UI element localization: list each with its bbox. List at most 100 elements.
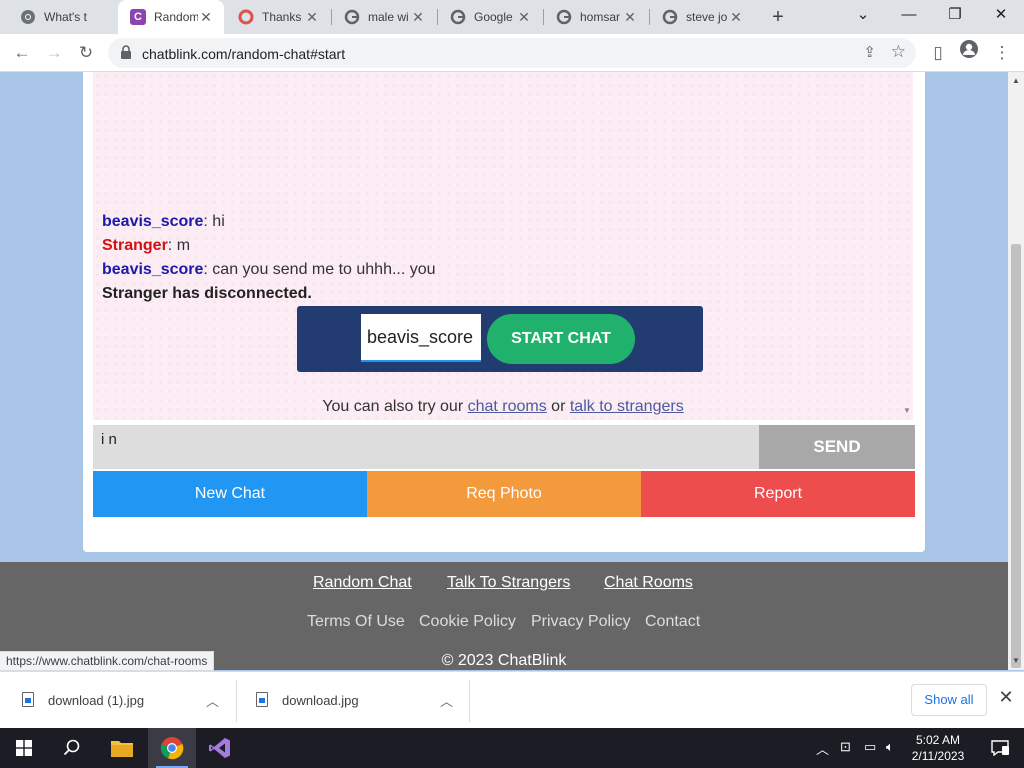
close-icon[interactable]: ✕ — [198, 9, 214, 26]
username-input[interactable] — [361, 314, 481, 362]
tab-3[interactable]: male wi ✕ — [332, 0, 436, 34]
close-icon[interactable]: ✕ — [410, 9, 426, 26]
google-icon — [662, 9, 678, 25]
chat-rooms-link[interactable]: chat rooms — [468, 398, 547, 415]
network-icon[interactable]: ▭ — [864, 739, 876, 755]
message-text: : hi — [203, 213, 225, 230]
site-icon — [238, 9, 254, 25]
footer-link-contact[interactable]: Contact — [645, 613, 700, 631]
new-chat-button[interactable]: New Chat — [93, 471, 367, 517]
volume-icon[interactable]: 🔈︎ — [886, 739, 894, 755]
notification-icon[interactable] — [976, 728, 1024, 768]
start-chat-button[interactable]: START CHAT — [487, 314, 635, 364]
tab-title: steve jo — [686, 10, 728, 24]
profile-avatar-icon[interactable] — [955, 39, 983, 67]
scroll-down-arrow-icon[interactable]: ▼ — [903, 406, 911, 415]
download-filename: download (1).jpg — [48, 693, 145, 708]
tab-5[interactable]: homsar ✕ — [544, 0, 648, 34]
report-button[interactable]: Report — [641, 471, 915, 517]
file-explorer-icon[interactable] — [98, 728, 146, 768]
tab-strip: What's t C Random ✕ Thanks ✕ male wi ✕ G… — [0, 0, 1024, 34]
search-icon[interactable] — [48, 728, 96, 768]
show-all-button[interactable]: Show all — [911, 684, 987, 716]
chat-message: Stranger: m — [102, 237, 190, 255]
footer-link-talk-to-strangers[interactable]: Talk To Strangers — [447, 574, 570, 592]
system-clock[interactable]: 5:02 AM 2/11/2023 — [904, 732, 972, 764]
network-status-icon[interactable]: ⊡ — [840, 739, 851, 755]
alternative-links-mid: or — [546, 398, 570, 415]
chat-card: beavis_score: hi Stranger: m beavis_scor… — [83, 72, 925, 552]
tab-0[interactable]: What's t — [8, 0, 116, 34]
chevron-up-icon[interactable]: ︿ — [816, 739, 829, 758]
new-tab-button[interactable]: + — [766, 5, 790, 29]
minimize-button[interactable]: — — [886, 0, 932, 34]
send-button[interactable]: SEND — [759, 425, 915, 469]
back-arrow-icon[interactable]: ← — [8, 39, 36, 67]
scrollbar-thumb[interactable] — [1011, 244, 1021, 668]
footer-link-random-chat[interactable]: Random Chat — [313, 574, 412, 592]
request-photo-button[interactable]: Req Photo — [367, 471, 641, 517]
alternative-links-prefix: You can also try our — [322, 398, 468, 415]
download-filename: download.jpg — [282, 693, 359, 708]
scroll-up-arrow-icon[interactable]: ▲ — [1012, 76, 1020, 85]
chrome-icon — [20, 9, 36, 25]
tab-6[interactable]: steve jo ✕ — [650, 0, 754, 34]
chat-message: beavis_score: hi — [102, 213, 225, 231]
close-icon[interactable]: ✕ — [622, 9, 638, 26]
chrome-taskbar-icon[interactable] — [148, 728, 196, 768]
close-icon[interactable]: ✕ — [728, 9, 744, 26]
tab-search-icon[interactable]: ⌄ — [840, 0, 886, 34]
chat-log: beavis_score: hi Stranger: m beavis_scor… — [93, 72, 913, 420]
forward-arrow-icon[interactable]: → — [40, 39, 68, 67]
tab-title: homsar — [580, 10, 621, 24]
message-sender: Stranger — [102, 237, 168, 254]
clock-date: 2/11/2023 — [911, 749, 965, 763]
footer-link-privacy-policy[interactable]: Privacy Policy — [531, 613, 631, 631]
windows-start-icon[interactable] — [0, 728, 48, 768]
close-icon[interactable]: ✕ — [996, 687, 1016, 711]
bookmark-star-icon[interactable]: ☆ — [891, 42, 906, 62]
reload-icon[interactable]: ↻ — [72, 39, 100, 67]
page-scrollbar[interactable]: ▲ ▼ — [1008, 72, 1024, 670]
google-icon — [344, 9, 360, 25]
footer-link-cookie-policy[interactable]: Cookie Policy — [419, 613, 516, 631]
scroll-down-arrow-icon[interactable]: ▼ — [1012, 656, 1020, 665]
footer-link-chat-rooms[interactable]: Chat Rooms — [604, 574, 693, 592]
address-bar[interactable]: chatblink.com/random-chat#start ⇪ ☆ — [108, 38, 916, 68]
message-text: : m — [167, 237, 191, 254]
clock-time: 5:02 AM — [915, 733, 961, 747]
close-icon[interactable]: ✕ — [516, 9, 532, 26]
menu-kebab-icon[interactable]: ⋮ — [988, 39, 1016, 67]
chevron-up-icon[interactable]: ︿ — [206, 691, 219, 710]
talk-to-strangers-link[interactable]: talk to strangers — [570, 398, 684, 415]
download-item[interactable]: download.jpg ︿ — [234, 672, 470, 729]
image-file-icon — [22, 692, 34, 707]
tab-title: Google — [474, 10, 513, 24]
tab-4[interactable]: Google ✕ — [438, 0, 542, 34]
message-sender: beavis_score — [102, 213, 204, 230]
tab-1[interactable]: C Random ✕ — [118, 0, 224, 34]
tab-title: Thanks — [262, 10, 302, 24]
restore-button[interactable]: ❐ — [932, 0, 978, 34]
download-item[interactable]: download (1).jpg ︿ — [0, 672, 236, 729]
image-file-icon — [256, 692, 268, 707]
tab-title: What's t — [44, 10, 87, 24]
close-window-button[interactable]: ✕ — [978, 0, 1024, 34]
start-chat-panel: START CHAT — [297, 306, 703, 372]
alternative-links: You can also try our chat rooms or talk … — [93, 398, 913, 416]
chevron-up-icon[interactable]: ︿ — [440, 691, 453, 710]
google-icon — [450, 9, 466, 25]
message-input[interactable]: i n — [93, 425, 759, 469]
tab-title: Random — [154, 10, 198, 24]
page-viewport: beavis_score: hi Stranger: m beavis_scor… — [0, 72, 1008, 670]
chat-message: beavis_score: can you send me to uhhh...… — [102, 261, 436, 279]
side-panel-icon[interactable]: ▯ — [924, 39, 952, 67]
download-shelf: download (1).jpg ︿ download.jpg ︿ Show a… — [0, 671, 1024, 728]
footer-link-terms[interactable]: Terms Of Use — [307, 613, 405, 631]
system-message: Stranger has disconnected. — [102, 285, 312, 302]
tab-2[interactable]: Thanks ✕ — [226, 0, 330, 34]
share-icon[interactable]: ⇪ — [863, 43, 876, 61]
close-icon[interactable]: ✕ — [304, 9, 320, 26]
lock-icon — [120, 45, 132, 59]
visual-studio-icon[interactable] — [196, 728, 244, 768]
